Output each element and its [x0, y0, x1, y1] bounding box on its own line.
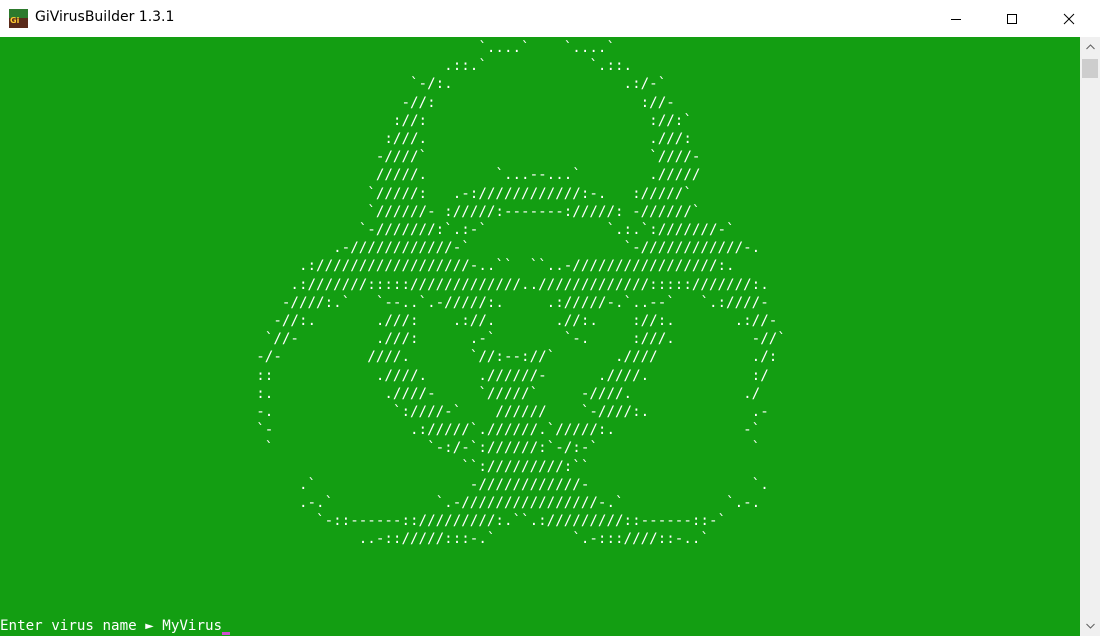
vertical-scrollbar[interactable] — [1080, 37, 1100, 636]
scroll-down-button[interactable] — [1080, 616, 1100, 636]
minimize-icon — [951, 18, 961, 20]
prompt-label: Enter virus name ► — [0, 618, 163, 634]
chevron-up-icon — [1085, 44, 1095, 50]
minimize-button[interactable] — [933, 0, 979, 37]
chevron-down-icon — [1085, 623, 1095, 629]
maximize-icon — [1007, 13, 1017, 24]
console-area[interactable]: `....` `....` .::.` `.::. `-/:. .:/-` -/… — [0, 37, 1080, 636]
virus-name-input[interactable]: MyVirus — [162, 618, 222, 634]
biohazard-ascii-art: `....` `....` .::.` `.::. `-/:. .:/-` -/… — [256, 40, 786, 548]
window-title: GiVirusBuilder 1.3.1 — [35, 9, 175, 25]
title-bar[interactable]: Gi GiVirusBuilder 1.3.1 — [0, 0, 1100, 37]
text-cursor — [222, 632, 231, 635]
prompt-line[interactable]: Enter virus name ► MyVirus — [0, 617, 231, 635]
app-icon: Gi — [9, 9, 28, 28]
maximize-button[interactable] — [989, 0, 1035, 37]
scroll-up-button[interactable] — [1080, 37, 1100, 57]
close-icon — [1063, 13, 1075, 24]
close-button[interactable] — [1046, 0, 1092, 37]
scroll-thumb[interactable] — [1082, 59, 1098, 78]
